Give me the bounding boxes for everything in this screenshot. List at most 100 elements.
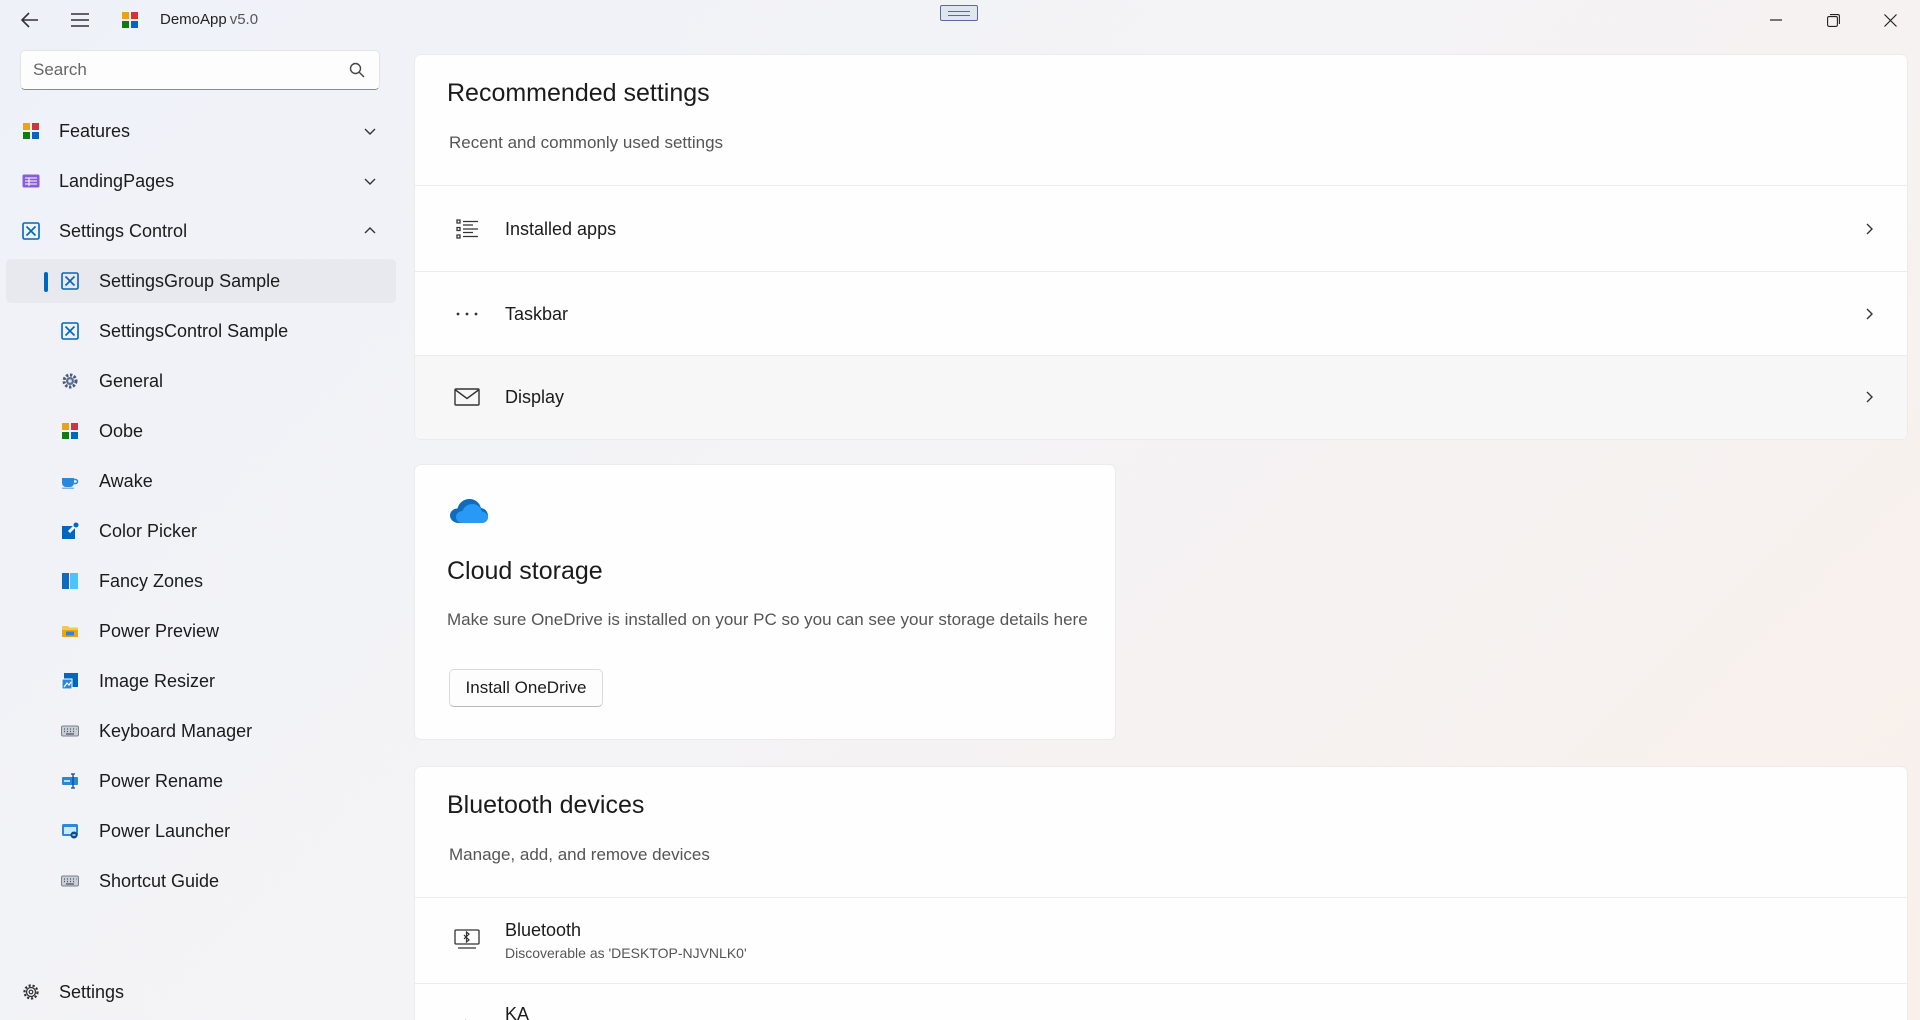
sidebar-item-label: Power Preview [99, 621, 220, 641]
launcher-icon [61, 822, 79, 840]
section-subtitle: Recent and commonly used settings [449, 133, 724, 152]
device-row-bluetooth[interactable]: Bluetooth Discoverable as 'DESKTOP-NJVNL… [415, 897, 1907, 983]
landing-pages-icon [22, 172, 40, 190]
sidebar-item-shortcut-guide[interactable]: Shortcut Guide [6, 859, 396, 903]
chevron-down-icon[interactable] [362, 173, 378, 189]
selection-indicator [44, 272, 48, 292]
coffee-cup-icon [61, 472, 79, 490]
card-description: Make sure OneDrive is installed on your … [447, 610, 1088, 629]
settings-row-installed-apps[interactable]: Installed apps [415, 185, 1907, 271]
chevron-right-icon [1861, 221, 1877, 237]
sidebar-item-awake[interactable]: Awake [6, 459, 396, 503]
oobe-icon [61, 422, 79, 440]
title-bar: DemoApp v5.0 [0, 0, 1920, 40]
search-box[interactable] [20, 50, 380, 90]
sidebar-item-general[interactable]: General [6, 359, 396, 403]
chevron-down-icon[interactable] [362, 123, 378, 139]
chevron-right-icon [1861, 389, 1877, 405]
rename-icon [61, 772, 79, 790]
sidebar-item-power-preview[interactable]: Power Preview [6, 609, 396, 653]
sidebar-item-settings[interactable]: Settings [6, 970, 396, 1014]
settings-row-display[interactable]: Display [415, 355, 1907, 439]
sidebar-item-label: Settings [59, 982, 125, 1002]
nav-group-label: LandingPages [59, 171, 175, 191]
sidebar: Features LandingPages Settings Control S… [0, 40, 400, 1020]
features-icon [22, 122, 40, 140]
card-title: Cloud storage [447, 557, 603, 585]
chevron-right-icon [1861, 306, 1877, 322]
sidebar-item-label: Power Launcher [99, 821, 231, 841]
nav-group-features[interactable]: Features [6, 109, 396, 153]
recommended-settings-card: Recommended settings Recent and commonly… [414, 54, 1908, 440]
device-row-ka[interactable]: KA [415, 983, 1907, 1020]
row-label: Display [505, 387, 565, 407]
sidebar-item-settingsgroup-sample[interactable]: SettingsGroup Sample [6, 259, 396, 303]
cloud-storage-card: Cloud storage Make sure OneDrive is inst… [414, 464, 1116, 740]
nav-group-settings-control[interactable]: Settings Control [6, 209, 396, 253]
sidebar-item-keyboard-manager[interactable]: Keyboard Manager [6, 709, 396, 753]
install-onedrive-button[interactable]: Install OneDrive [449, 669, 603, 707]
hamburger-icon[interactable] [60, 4, 100, 36]
bluetooth-devices-card: Bluetooth devices Manage, add, and remov… [414, 766, 1908, 1020]
sidebar-item-label: Power Rename [99, 771, 224, 791]
settings-control-icon [61, 272, 79, 290]
settings-row-taskbar[interactable]: Taskbar [415, 271, 1907, 355]
close-icon[interactable] [1862, 0, 1918, 40]
app-name: DemoApp [160, 11, 227, 28]
row-sublabel: Discoverable as 'DESKTOP-NJVNLK0' [505, 945, 747, 961]
sidebar-item-label: General [99, 371, 164, 391]
sidebar-item-label: Image Resizer [99, 671, 216, 691]
search-input[interactable] [33, 60, 333, 80]
gear-icon [61, 372, 79, 390]
sidebar-item-label: Awake [99, 471, 153, 491]
sidebar-item-label: Shortcut Guide [99, 871, 220, 891]
keyboard-icon [61, 722, 79, 740]
device-icon [453, 1008, 481, 1020]
sidebar-item-power-launcher[interactable]: Power Launcher [6, 809, 396, 853]
nav-group-label: Settings Control [59, 221, 188, 241]
keyboard-icon [61, 872, 79, 890]
sidebar-item-label: Oobe [99, 421, 144, 441]
settings-control-icon [22, 222, 40, 240]
sidebar-item-label: SettingsControl Sample [99, 321, 289, 341]
nav-group-label: Features [59, 121, 131, 141]
app-logo-icon [121, 11, 139, 29]
sidebar-item-power-rename[interactable]: Power Rename [6, 759, 396, 803]
app-title: DemoApp v5.0 [160, 11, 258, 28]
restore-icon[interactable] [1805, 0, 1861, 40]
settings-control-icon [61, 322, 79, 340]
sidebar-item-fancy-zones[interactable]: Fancy Zones [6, 559, 396, 603]
more-dots-icon [453, 300, 481, 328]
row-label: Taskbar [505, 304, 569, 324]
back-arrow-icon[interactable] [10, 4, 50, 36]
nav-group-landing-pages[interactable]: LandingPages [6, 159, 396, 203]
sidebar-item-settingscontrol-sample[interactable]: SettingsControl Sample [6, 309, 396, 353]
row-label: Installed apps [505, 219, 617, 239]
section-title: Bluetooth devices [447, 791, 645, 819]
chevron-up-icon[interactable] [362, 223, 378, 239]
sidebar-item-color-picker[interactable]: Color Picker [6, 509, 396, 553]
bluetooth-device-icon [453, 926, 481, 954]
sidebar-item-oobe[interactable]: Oobe [6, 409, 396, 453]
onedrive-cloud-icon [449, 497, 489, 525]
search-icon[interactable] [349, 62, 365, 78]
sidebar-item-label: Color Picker [99, 521, 198, 541]
drag-handle[interactable] [940, 5, 978, 21]
row-label: Bluetooth [505, 920, 582, 940]
row-label: KA [505, 1004, 530, 1020]
color-picker-icon [61, 522, 79, 540]
sidebar-item-label: Fancy Zones [99, 571, 204, 591]
app-version: v5.0 [229, 11, 259, 28]
gear-icon [22, 983, 40, 1001]
section-title: Recommended settings [447, 79, 710, 107]
fancy-zones-icon [61, 572, 79, 590]
list-icon [453, 215, 481, 243]
folder-preview-icon [61, 622, 79, 640]
sidebar-item-image-resizer[interactable]: Image Resizer [6, 659, 396, 703]
minimize-icon[interactable] [1748, 0, 1804, 40]
image-resizer-icon [61, 672, 79, 690]
mail-icon [453, 383, 481, 411]
sidebar-item-label: SettingsGroup Sample [99, 271, 281, 291]
sidebar-item-label: Keyboard Manager [99, 721, 253, 741]
section-subtitle: Manage, add, and remove devices [449, 845, 710, 864]
